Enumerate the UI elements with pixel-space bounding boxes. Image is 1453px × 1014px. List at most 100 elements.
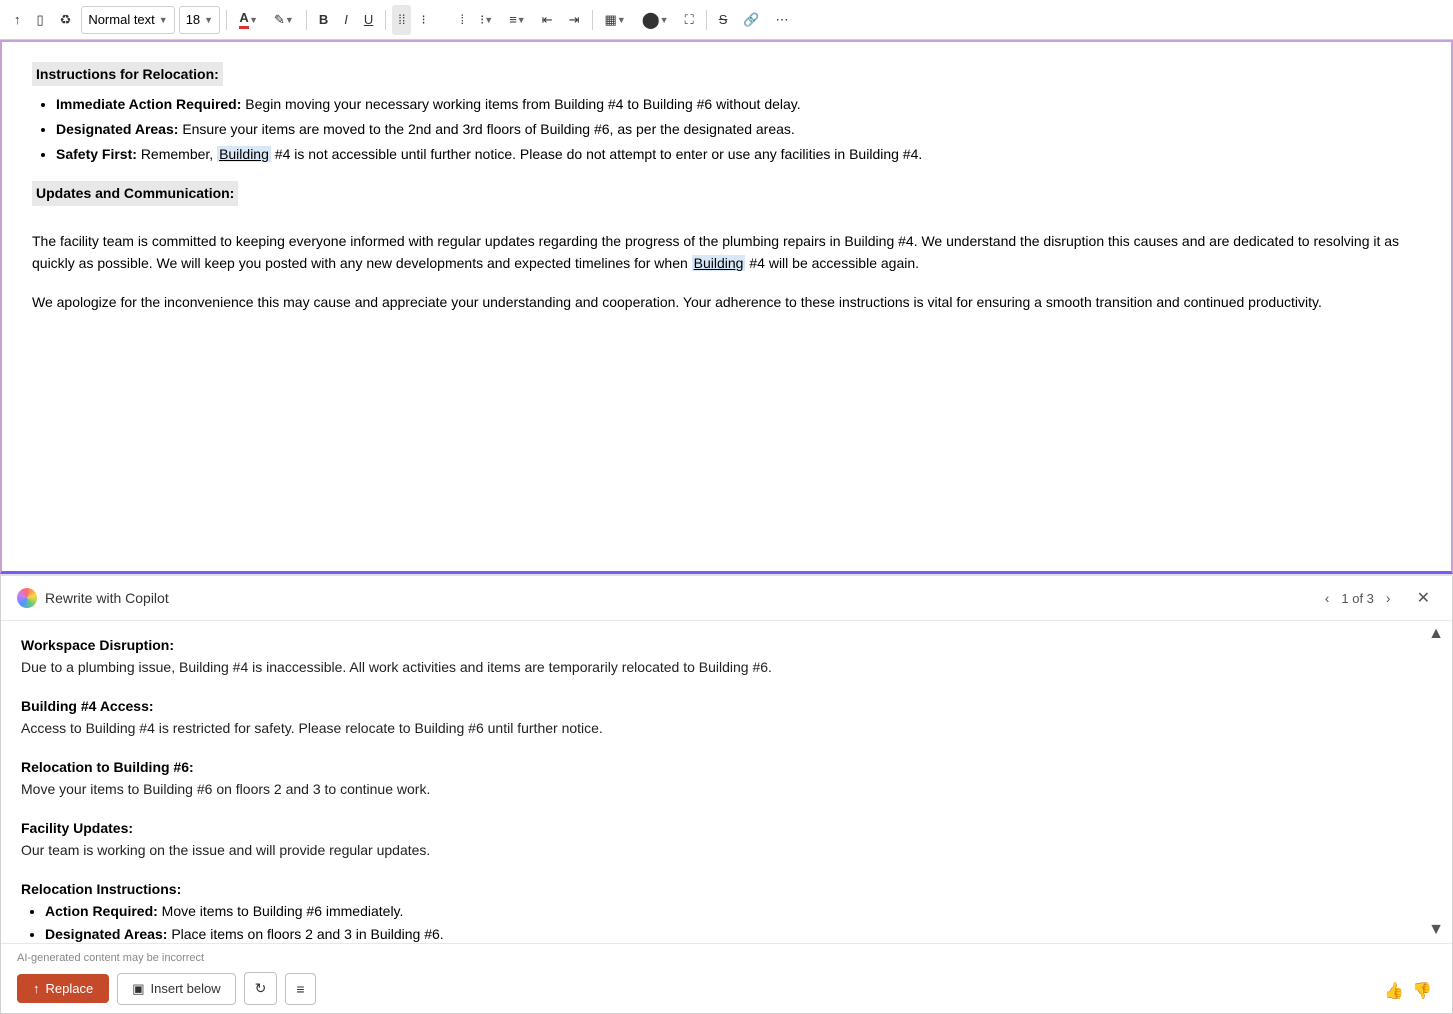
scroll-down-btn[interactable]: ▼ [1424, 917, 1448, 943]
building-link-2[interactable]: Building [692, 255, 746, 271]
bullet3-text-pre: Remember, [141, 146, 217, 162]
copilot-footer: AI-generated content may be incorrect ↑ … [1, 943, 1452, 1013]
copilot-bullet2-text: Place items on floors 2 and 3 in Buildin… [171, 926, 443, 942]
align-right-icon [442, 12, 445, 27]
copilot-section-5: Relocation Instructions: Action Required… [21, 881, 1432, 943]
align-right-btn[interactable] [436, 5, 451, 35]
italic-btn[interactable]: I [338, 5, 354, 35]
copilot-header: Rewrite with Copilot ‹ 1 of 3 › ✕ [1, 576, 1452, 621]
font-color-icon: A [239, 10, 249, 29]
bullet-designated: Designated Areas: Ensure your items are … [56, 119, 1421, 140]
color-picker-icon: ⬤ [642, 10, 660, 30]
more-btn[interactable]: ⋯ [770, 5, 795, 35]
copilot-close-btn[interactable]: ✕ [1411, 586, 1436, 610]
feedback-area: 👍 👎 [1384, 981, 1432, 1001]
insert-table-btn[interactable]: ▦ ▼ [599, 5, 632, 35]
bullet-immediate: Immediate Action Required: Begin moving … [56, 94, 1421, 115]
separator-3 [385, 10, 386, 30]
regenerate-btn[interactable]: ↻ [244, 972, 278, 1005]
copilot-section-3: Relocation to Building #6: Move your ite… [21, 759, 1432, 800]
insert-below-icon: ▣ [132, 981, 144, 997]
section3-text: Move your items to Building #6 on floors… [21, 779, 1432, 800]
underline-btn[interactable]: U [358, 5, 379, 35]
section1-title: Workspace Disruption: [21, 637, 1432, 653]
adjust-icon: ≡ [296, 981, 304, 997]
font-color-btn[interactable]: A ▼ [233, 5, 264, 35]
replace-btn[interactable]: ↑ Replace [17, 974, 109, 1003]
copilot-bullet-2: Designated Areas: Place items on floors … [45, 924, 1432, 943]
numbered-list-btn[interactable]: ≡ ▼ [503, 5, 532, 35]
move-up-btn[interactable]: ↑ [8, 5, 27, 35]
thumbs-down-btn[interactable]: 👎 [1412, 981, 1432, 1001]
font-size-dropdown[interactable]: 18 ▼ [179, 6, 220, 34]
justify-icon: ⁞ [461, 12, 465, 27]
separator-5 [706, 10, 707, 30]
numbered-list-icon: ≡ [509, 12, 517, 27]
section2-text: Access to Building #4 is restricted for … [21, 718, 1432, 739]
ai-disclaimer: AI-generated content may be incorrect [17, 952, 1436, 964]
bullet1-text: Begin moving your necessary working item… [245, 96, 800, 112]
color-picker-btn[interactable]: ⬤ ▼ [636, 5, 675, 35]
building-link-1[interactable]: Building [217, 146, 271, 162]
copy-btn[interactable]: ▯ [31, 5, 50, 35]
justify-btn[interactable]: ⁞ [455, 5, 471, 35]
bold-btn[interactable]: B [313, 5, 334, 35]
copilot-content[interactable]: ▲ Workspace Disruption: Due to a plumbin… [1, 621, 1452, 943]
indent-less-btn[interactable]: ⇤ [536, 5, 559, 35]
strikethrough-btn[interactable]: S [713, 5, 734, 35]
bullet-list-btn[interactable]: ⁝ ▼ [474, 5, 499, 35]
font-size-chevron: ▼ [204, 15, 213, 25]
table-icon: ▦ [605, 12, 617, 28]
section2-heading: Updates and Communication: [32, 181, 238, 205]
image-btn[interactable]: ⛶ [679, 5, 700, 35]
align-left-btn[interactable]: ⁞⁞ [392, 5, 411, 35]
bullet2-text: Ensure your items are moved to the 2nd a… [182, 121, 794, 137]
instructions-list: Immediate Action Required: Begin moving … [56, 94, 1421, 165]
style-label: Normal text [88, 12, 154, 27]
page-indicator: 1 of 3 [1341, 591, 1374, 606]
bold-icon: B [319, 12, 328, 27]
section1-heading: Instructions for Relocation: [32, 62, 223, 86]
copilot-section-1: Workspace Disruption: Due to a plumbing … [21, 637, 1432, 678]
link-icon: 🔗 [743, 12, 759, 28]
indent-more-btn[interactable]: ⇥ [563, 5, 586, 35]
copilot-bullet-1: Action Required: Move items to Building … [45, 901, 1432, 922]
document-area[interactable]: Instructions for Relocation: Immediate A… [0, 40, 1453, 574]
separator-1 [226, 10, 227, 30]
align-center-icon: ⁝ [421, 12, 425, 28]
copilot-title: Rewrite with Copilot [45, 590, 1313, 606]
style-chevron: ▼ [159, 15, 168, 25]
para2-text: We apologize for the inconvenience this … [32, 294, 1322, 310]
more-icon: ⋯ [776, 12, 789, 28]
scroll-up-btn[interactable]: ▲ [1424, 621, 1448, 647]
regenerate-icon: ↻ [255, 980, 267, 996]
adjust-btn[interactable]: ≡ [285, 973, 315, 1005]
style-dropdown[interactable]: Normal text ▼ [81, 6, 174, 34]
copilot-list: Action Required: Move items to Building … [45, 901, 1432, 943]
align-center-btn[interactable]: ⁝ [415, 5, 431, 35]
section4-text: Our team is working on the issue and wil… [21, 840, 1432, 861]
insert-below-btn[interactable]: ▣ Insert below [117, 973, 235, 1005]
thumbs-up-btn[interactable]: 👍 [1384, 981, 1404, 1001]
copilot-bullet2-bold: Designated Areas: [45, 926, 167, 942]
copilot-logo-icon [17, 588, 37, 608]
section5-title: Relocation Instructions: [21, 881, 1432, 897]
indent-more-icon: ⇥ [569, 12, 580, 28]
link-btn[interactable]: 🔗 [737, 5, 765, 35]
bullet1-bold: Immediate Action Required: [56, 96, 241, 112]
bullet-safety: Safety First: Remember, Building #4 is n… [56, 144, 1421, 165]
underline-icon: U [364, 12, 373, 27]
section2: Updates and Communication: [32, 181, 1421, 213]
delete-btn[interactable]: ♻ [54, 5, 78, 35]
highlight-btn[interactable]: ✎ ▼ [268, 5, 300, 35]
font-size-value: 18 [186, 12, 200, 27]
copilot-next-btn[interactable]: › [1382, 588, 1395, 608]
section3-title: Relocation to Building #6: [21, 759, 1432, 775]
section1: Instructions for Relocation: Immediate A… [32, 62, 1421, 165]
section2-title: Building #4 Access: [21, 698, 1432, 714]
para1-text-post: #4 will be accessible again. [745, 255, 919, 271]
highlight-icon: ✎ [274, 12, 285, 28]
copilot-panel: Rewrite with Copilot ‹ 1 of 3 › ✕ ▲ Work… [0, 574, 1453, 1014]
copilot-prev-btn[interactable]: ‹ [1321, 588, 1334, 608]
copilot-actions: ↑ Replace ▣ Insert below ↻ ≡ 👍 👎 [17, 972, 1436, 1005]
